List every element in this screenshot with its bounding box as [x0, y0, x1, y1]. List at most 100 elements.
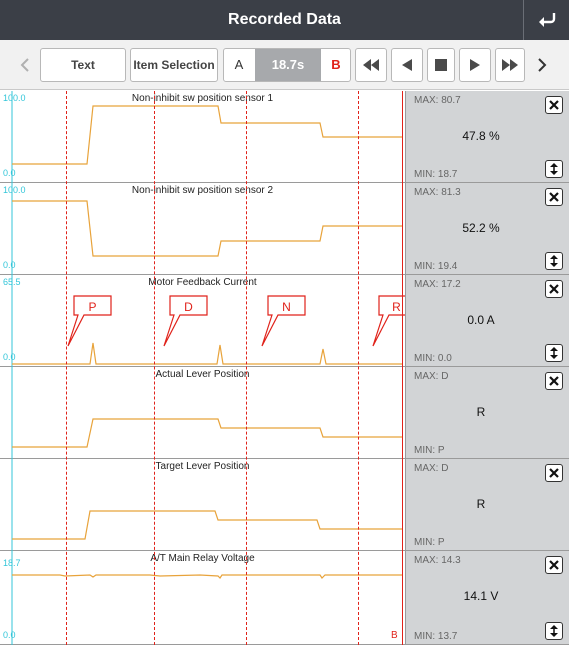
value-panel-4: MAX: D R MIN: P: [405, 367, 569, 459]
current-value: 0.0 A: [467, 313, 495, 327]
close-icon: [549, 560, 559, 570]
trace-line: [12, 418, 402, 448]
close-button[interactable]: [545, 96, 563, 114]
graph-panel-6: 18.7 A/T Main Relay Voltage 0.0: [0, 551, 405, 645]
prev-page-button[interactable]: [14, 48, 36, 82]
stop-button[interactable]: [427, 48, 455, 82]
scale-min: 0.0: [3, 260, 16, 270]
title-bar: Recorded Data: [0, 0, 569, 40]
play-icon: [470, 59, 480, 71]
play-button[interactable]: [459, 48, 491, 82]
min-label: MIN: 13.7: [414, 631, 458, 642]
marker-line-d: [154, 91, 155, 645]
close-button[interactable]: [545, 188, 563, 206]
chevron-left-icon: [20, 58, 29, 72]
trace-line: [12, 342, 402, 365]
trace-line: [12, 574, 402, 579]
resize-button[interactable]: [545, 160, 563, 178]
trace-line: [12, 510, 402, 540]
item-selection-label: Item Selection: [133, 58, 215, 72]
page-title: Recorded Data: [228, 11, 341, 28]
marker-label-n: N: [282, 300, 291, 314]
current-value: 14.1 V: [463, 589, 499, 603]
resize-vertical-icon: [550, 255, 558, 267]
marker-line-p: [66, 91, 67, 645]
return-icon: [538, 13, 555, 27]
close-button[interactable]: [545, 464, 563, 482]
bottom-bar: [0, 645, 569, 655]
marker-line-n: [246, 91, 247, 645]
value-panel-5: MAX: D R MIN: P: [405, 459, 569, 551]
max-label: MAX: 17.2: [414, 279, 461, 290]
close-icon: [549, 100, 559, 110]
close-icon: [549, 192, 559, 202]
close-button[interactable]: [545, 280, 563, 298]
marker-b-line[interactable]: [402, 91, 403, 645]
resize-button[interactable]: [545, 622, 563, 640]
current-value: R: [476, 497, 486, 511]
min-label: MIN: 18.7: [414, 169, 458, 180]
max-label: MAX: 81.3: [414, 187, 461, 198]
close-icon: [549, 376, 559, 386]
graph-panel-1: 100.0 Non-inhibit sw position sensor 1 0…: [0, 91, 405, 183]
min-label: MIN: 19.4: [414, 261, 458, 272]
step-back-icon: [402, 59, 412, 71]
step-back-button[interactable]: [391, 48, 423, 82]
marker-label-p: P: [88, 300, 97, 314]
resize-vertical-icon: [550, 163, 558, 175]
resize-vertical-icon: [550, 347, 558, 359]
item-selection-button[interactable]: Item Selection: [130, 48, 218, 82]
scale-min: 0.0: [3, 352, 16, 362]
stop-icon: [435, 59, 447, 71]
close-button[interactable]: [545, 372, 563, 390]
value-panel-6: MAX: 14.3 14.1 V MIN: 13.7: [405, 551, 569, 645]
trace-line: [12, 105, 402, 165]
chevron-right-icon: [538, 58, 547, 72]
fast-forward-icon: [502, 59, 518, 71]
current-time: 18.7s: [255, 49, 321, 81]
marker-line-r: [358, 91, 359, 645]
max-label: MAX: 14.3: [414, 555, 461, 566]
scale-min: 0.0: [3, 630, 16, 640]
trace-graph: [11, 551, 402, 645]
back-button[interactable]: [523, 0, 569, 40]
marker-label-d: D: [184, 300, 193, 314]
max-label: MAX: D: [414, 371, 449, 382]
close-icon: [549, 468, 559, 478]
close-icon: [549, 284, 559, 294]
marker-b-label: B: [391, 630, 398, 641]
max-label: MAX: D: [414, 463, 449, 474]
graph-panel-4: Actual Lever Position: [0, 367, 405, 459]
graph-panel-3: 65.5 Motor Feedback Current P D N R 0.0: [0, 275, 405, 367]
min-label: MIN: P: [414, 537, 445, 548]
resize-vertical-icon: [550, 625, 558, 637]
current-value: R: [476, 405, 486, 419]
trace-graph: [11, 183, 402, 275]
trace-line: [12, 200, 402, 257]
value-panel-2: MAX: 81.3 52.2 % MIN: 19.4: [405, 183, 569, 275]
marker-a-button[interactable]: A: [224, 49, 254, 81]
trace-graph: [11, 459, 402, 551]
value-panel-3: MAX: 17.2 0.0 A MIN: 0.0: [405, 275, 569, 367]
fast-rewind-button[interactable]: [355, 48, 387, 82]
value-panel-1: MAX: 80.7 47.8 % MIN: 18.7: [405, 91, 569, 183]
ab-marker-group: A 18.7s B: [223, 48, 351, 82]
graph-panel-5: Target Lever Position: [0, 459, 405, 551]
scale-min: 0.0: [3, 168, 16, 178]
playback-toolbar: Text Item Selection A 18.7s B: [0, 40, 569, 90]
trace-graph: [11, 91, 402, 183]
min-label: MIN: P: [414, 445, 445, 456]
current-value: 52.2 %: [462, 221, 500, 235]
text-button[interactable]: Text: [40, 48, 126, 82]
resize-button[interactable]: [545, 344, 563, 362]
max-label: MAX: 80.7: [414, 95, 461, 106]
min-label: MIN: 0.0: [414, 353, 452, 364]
close-button[interactable]: [545, 556, 563, 574]
trace-graph: [11, 275, 405, 367]
fast-forward-button[interactable]: [495, 48, 525, 82]
text-button-label: Text: [71, 58, 95, 72]
fast-rewind-icon: [363, 59, 379, 71]
next-page-button[interactable]: [531, 48, 553, 82]
marker-b-button[interactable]: B: [321, 49, 351, 81]
resize-button[interactable]: [545, 252, 563, 270]
